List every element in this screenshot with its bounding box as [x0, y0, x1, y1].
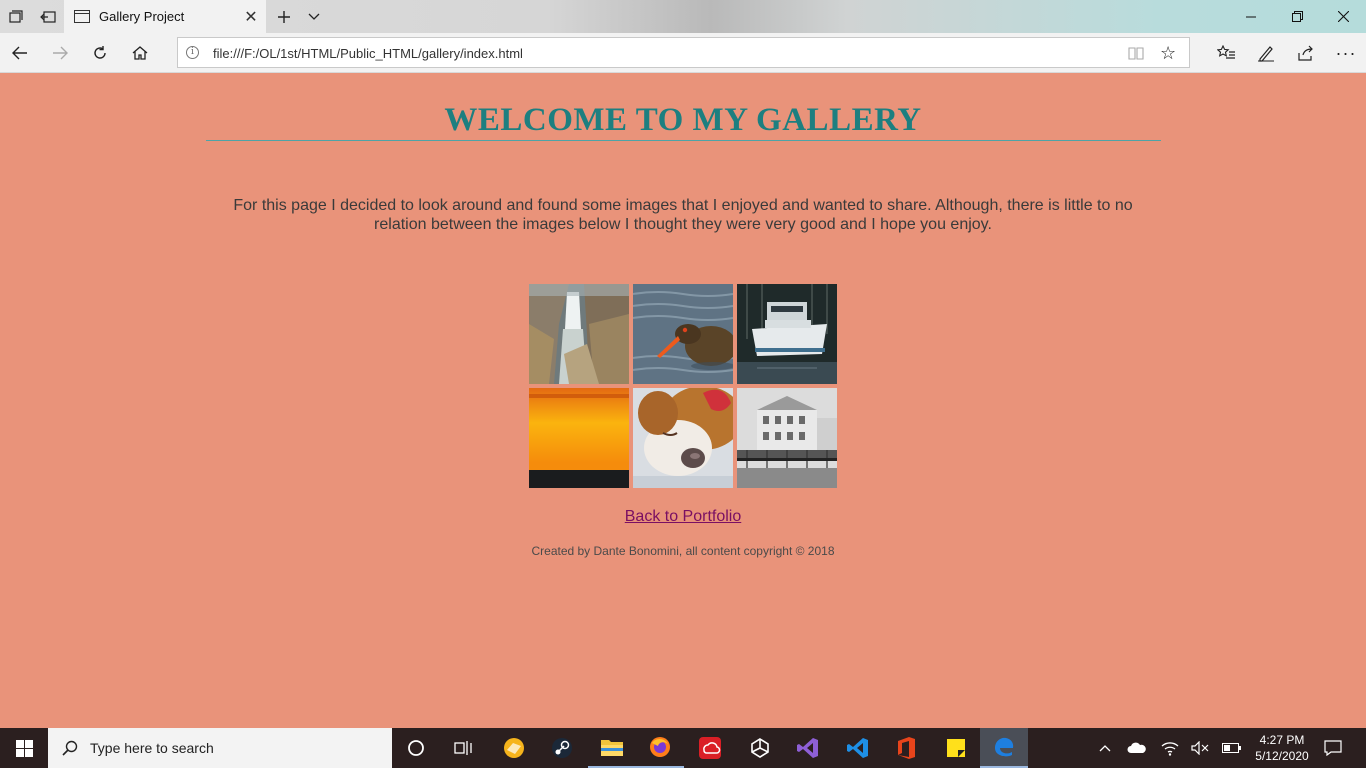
address-bar[interactable]: i file:///F:/OL/1st/HTML/Public_HTML/gal… — [177, 37, 1190, 68]
cortana-icon[interactable] — [392, 728, 440, 768]
minimize-icon[interactable] — [1228, 0, 1274, 33]
clock-time: 4:27 PM — [1259, 733, 1305, 747]
adobe-cc-icon[interactable] — [686, 728, 734, 768]
reading-view-icon[interactable] — [1128, 45, 1144, 61]
favorite-star-icon[interactable]: ☆ — [1160, 43, 1176, 64]
set-tabs-aside-icon[interactable] — [32, 0, 64, 33]
clock-date: 5/12/2020 — [1255, 749, 1309, 763]
gallery-image-harbor-building[interactable] — [737, 388, 837, 488]
site-info-icon[interactable]: i — [186, 46, 199, 59]
url-text[interactable]: file:///F:/OL/1st/HTML/Public_HTML/galle… — [213, 46, 523, 61]
back-to-portfolio-container: Back to Portfolio — [0, 508, 1366, 526]
gallery-image-boat[interactable] — [737, 284, 837, 384]
firefox-icon[interactable] — [636, 728, 684, 768]
sticky-notes-icon[interactable] — [932, 728, 980, 768]
share-icon[interactable] — [1286, 33, 1326, 73]
favorites-hub-icon[interactable] — [1206, 33, 1246, 73]
tandem-icon[interactable] — [490, 728, 538, 768]
onedrive-icon[interactable] — [1125, 728, 1149, 768]
steam-icon[interactable] — [538, 728, 586, 768]
forward-icon[interactable] — [40, 33, 80, 73]
restore-icon[interactable] — [1274, 0, 1320, 33]
back-to-portfolio-link[interactable]: Back to Portfolio — [625, 508, 742, 525]
title-bar: Gallery Project ✕ — [0, 0, 1366, 33]
show-hidden-icons-chevron-icon[interactable] — [1095, 728, 1115, 768]
search-icon — [62, 740, 78, 756]
taskbar-search-input[interactable]: Type here to search — [48, 728, 392, 768]
tab-actions-icon[interactable] — [0, 0, 32, 33]
close-tab-icon[interactable]: ✕ — [236, 7, 266, 27]
refresh-icon[interactable] — [80, 33, 120, 73]
footer-copyright: Created by Dante Bonomini, all content c… — [531, 544, 835, 558]
gallery-image-bird[interactable] — [633, 284, 733, 384]
tab-gallery-project[interactable]: Gallery Project ✕ — [64, 0, 266, 33]
title-divider — [206, 140, 1161, 141]
wifi-icon[interactable] — [1158, 728, 1182, 768]
vscode-icon[interactable] — [834, 728, 882, 768]
gallery-image-waterfall[interactable] — [529, 284, 629, 384]
tab-title: Gallery Project — [99, 9, 185, 24]
back-icon[interactable] — [0, 33, 40, 73]
task-view-icon[interactable] — [440, 728, 488, 768]
close-window-icon[interactable] — [1320, 0, 1366, 33]
visual-studio-icon[interactable] — [784, 728, 832, 768]
page-title: WELCOME TO MY GALLERY — [444, 102, 922, 138]
page-icon — [74, 10, 90, 23]
more-options-icon[interactable]: ··· — [1326, 33, 1366, 73]
battery-icon[interactable] — [1220, 728, 1244, 768]
taskbar: Type here to search 4:27 PM 5/12/2020 — [0, 728, 1366, 768]
navigation-bar: i file:///F:/OL/1st/HTML/Public_HTML/gal… — [0, 33, 1366, 73]
image-gallery — [529, 284, 841, 488]
edge-icon[interactable] — [980, 728, 1028, 768]
home-icon[interactable] — [120, 33, 160, 73]
file-explorer-icon[interactable] — [588, 728, 636, 768]
gallery-image-sunset[interactable] — [529, 388, 629, 488]
system-clock[interactable]: 4:27 PM 5/12/2020 — [1250, 732, 1314, 764]
volume-muted-icon[interactable] — [1188, 728, 1212, 768]
windows-start-icon[interactable] — [0, 728, 48, 768]
action-center-icon[interactable] — [1318, 728, 1348, 768]
intro-paragraph: For this page I decided to look around a… — [233, 197, 1133, 233]
web-note-icon[interactable] — [1246, 33, 1286, 73]
gallery-image-puppy[interactable] — [633, 388, 733, 488]
search-placeholder: Type here to search — [90, 740, 214, 756]
tab-preview-chevron-icon[interactable] — [298, 0, 330, 33]
office-icon[interactable] — [882, 728, 930, 768]
new-tab-icon[interactable] — [268, 0, 300, 33]
unity-icon[interactable] — [736, 728, 784, 768]
